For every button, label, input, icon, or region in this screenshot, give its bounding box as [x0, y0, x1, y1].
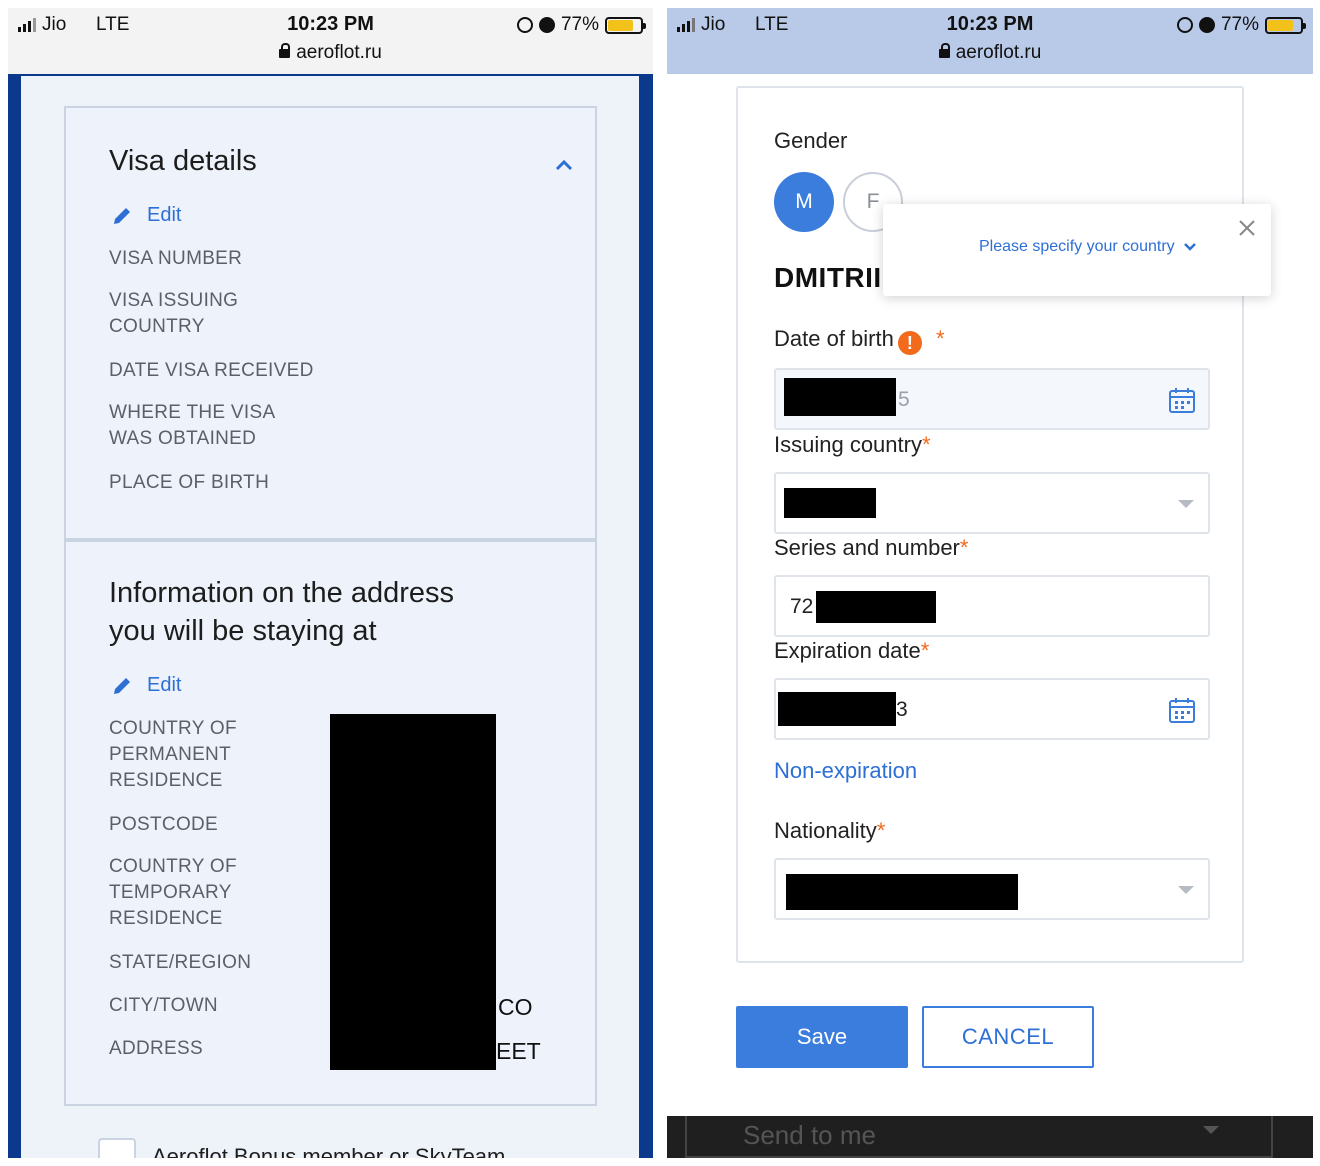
- address-edit-label: Edit: [147, 674, 182, 696]
- issuing-country-label: Issuing country*: [774, 432, 931, 458]
- dob-label-text: Date of birth: [774, 326, 894, 351]
- non-expiration-link[interactable]: Non-expiration: [774, 758, 917, 784]
- status-icons: 77%: [1176, 14, 1306, 36]
- visa-edit-label: Edit: [147, 204, 182, 226]
- visa-field-label: WHERE THE VISA WAS OBTAINED: [109, 402, 276, 449]
- redacted-values: [330, 714, 496, 1070]
- alarm-icon: [538, 17, 555, 33]
- address-field-label: STATE/REGION: [109, 952, 252, 973]
- cancel-button[interactable]: CANCEL: [922, 1006, 1094, 1068]
- send-to-select: Send to me: [685, 1116, 1273, 1158]
- url-text: aeroflot.ru: [296, 42, 382, 63]
- required-mark: *: [959, 535, 969, 560]
- dob-input[interactable]: 5: [774, 368, 1210, 430]
- battery-percent: 77%: [560, 14, 599, 35]
- visa-field-label: DATE VISA RECEIVED: [109, 360, 314, 381]
- close-icon[interactable]: [1237, 218, 1257, 238]
- visa-details-card: Visa details Edit VISA NUMBER VISA ISSUI…: [64, 106, 597, 540]
- redacted-issuing-country: [784, 488, 876, 518]
- series-number-label: Series and number*: [774, 535, 968, 561]
- expiration-date-label-text: Expiration date: [774, 638, 921, 663]
- status-bar: Jio LTE 10:23 PM aeroflot.ru 77%: [8, 8, 653, 74]
- chevron-down-icon: [1183, 243, 1196, 251]
- required-mark: *: [876, 818, 886, 843]
- status-bar: Jio LTE 10:23 PM aeroflot.ru 77%: [667, 8, 1313, 74]
- series-number-input[interactable]: 72: [774, 575, 1210, 637]
- address-card: Information on the address you will be s…: [64, 540, 597, 1106]
- address-bar[interactable]: aeroflot.ru: [8, 42, 653, 64]
- issuing-country-select[interactable]: [774, 472, 1210, 534]
- redacted-series-number: [816, 591, 936, 623]
- address-field-label: COUNTRY OF TEMPORARY RESIDENCE: [109, 856, 237, 929]
- alarm-icon: [1198, 17, 1215, 33]
- country-tooltip: Please specify your country: [883, 204, 1271, 296]
- address-edit-link[interactable]: Edit: [111, 674, 181, 697]
- status-icons: 77%: [516, 14, 646, 36]
- required-mark: *: [935, 326, 945, 351]
- specify-country-text: Please specify your country: [979, 238, 1175, 255]
- address-field-label: CITY/TOWN: [109, 995, 218, 1016]
- calendar-icon[interactable]: [1168, 696, 1196, 724]
- warning-icon: !: [897, 331, 922, 355]
- dob-tail: 5: [898, 388, 910, 411]
- redacted-nationality: [786, 874, 1018, 910]
- redacted-dob: [784, 378, 896, 416]
- passenger-name: DMITRII: [774, 262, 882, 293]
- expiration-date-label: Expiration date*: [774, 638, 929, 664]
- url-text: aeroflot.ru: [955, 42, 1042, 63]
- address-bar[interactable]: aeroflot.ru: [667, 42, 1313, 64]
- pencil-icon: [114, 677, 130, 694]
- passenger-details-panel: Visa details Edit VISA NUMBER VISA ISSUI…: [21, 76, 639, 1158]
- series-number-label-text: Series and number: [774, 535, 960, 560]
- address-title-line2: you will be staying at: [109, 615, 377, 647]
- gender-label: Gender: [774, 128, 848, 153]
- send-to-text: Send to me: [743, 1120, 876, 1150]
- chevron-down-icon: [1178, 886, 1194, 894]
- address-field-label: POSTCODE: [109, 814, 219, 835]
- gender-male-button[interactable]: M: [774, 172, 834, 232]
- issuing-country-label-text: Issuing country: [774, 432, 922, 457]
- visa-field-label: VISA ISSUING COUNTRY: [109, 290, 239, 337]
- visa-field-label: VISA NUMBER: [109, 248, 243, 269]
- nationality-label: Nationality*: [774, 818, 885, 844]
- address-field-label: ADDRESS: [109, 1038, 203, 1059]
- dob-label: Date of birth! *: [774, 326, 945, 355]
- redacted-expiration: [778, 692, 896, 726]
- chevron-up-icon[interactable]: [555, 156, 573, 174]
- rotation-lock-icon: [516, 17, 533, 33]
- background-overlay: Send to me: [667, 1116, 1313, 1158]
- address-title-line1: Information on the address: [109, 577, 454, 609]
- nationality-label-text: Nationality: [774, 818, 877, 843]
- series-number-prefix: 72: [790, 595, 814, 618]
- pencil-icon: [114, 207, 130, 224]
- bonus-label: Aeroflot Bonus member or SkyTeam: [152, 1144, 506, 1158]
- chevron-down-icon: [1178, 500, 1194, 508]
- visa-edit-link[interactable]: Edit: [111, 204, 181, 227]
- calendar-icon[interactable]: [1168, 386, 1196, 414]
- lock-icon: [279, 43, 291, 58]
- required-mark: *: [920, 638, 930, 663]
- nationality-select[interactable]: [774, 858, 1210, 920]
- bonus-checkbox[interactable]: [98, 1138, 136, 1158]
- expiration-tail: 3: [896, 698, 908, 721]
- address-value-tail: EET: [496, 1038, 541, 1064]
- visa-field-label: PLACE OF BIRTH: [109, 472, 270, 493]
- left-screen: Jio LTE 10:23 PM aeroflot.ru 77% Visa de…: [8, 8, 653, 1158]
- battery-icon: [605, 16, 646, 34]
- save-button[interactable]: Save: [736, 1006, 908, 1068]
- required-mark: *: [921, 432, 931, 457]
- battery-icon: [1265, 16, 1306, 34]
- chevron-down-icon: [1203, 1126, 1219, 1134]
- battery-percent: 77%: [1220, 14, 1259, 35]
- right-screen: Jio LTE 10:23 PM aeroflot.ru 77% Gender …: [667, 8, 1313, 1158]
- visa-details-title: Visa details: [109, 145, 257, 177]
- specify-country-link[interactable]: Please specify your country: [979, 238, 1197, 256]
- bonus-member-row[interactable]: Aeroflot Bonus member or SkyTeam: [98, 1138, 505, 1158]
- city-value-tail: CO: [498, 994, 533, 1020]
- expiration-date-input[interactable]: 3: [774, 678, 1210, 740]
- lock-icon: [938, 43, 950, 58]
- address-field-label: COUNTRY OF PERMANENT RESIDENCE: [109, 718, 237, 791]
- rotation-lock-icon: [1176, 17, 1193, 33]
